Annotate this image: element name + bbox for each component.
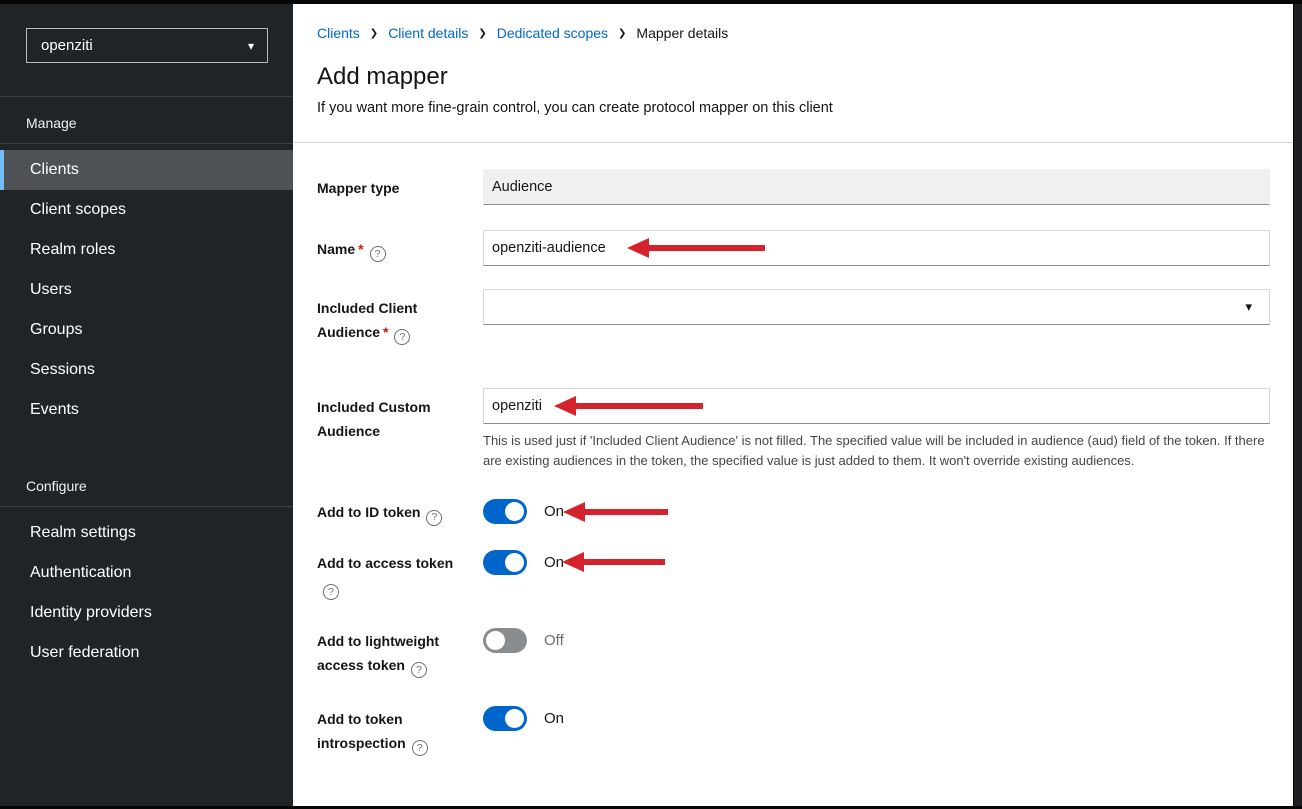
- sidebar-item-events[interactable]: Events: [0, 390, 293, 430]
- help-icon[interactable]: ?: [394, 329, 410, 345]
- annotation-arrow: [563, 502, 668, 522]
- sidebar-item-identity-providers[interactable]: Identity providers: [0, 593, 293, 633]
- included-custom-audience-input[interactable]: [483, 388, 1270, 424]
- included-custom-audience-field-col: This is used just if 'Included Client Au…: [483, 388, 1270, 471]
- toggle-state-label: On: [544, 503, 564, 520]
- chevron-down-icon: ▾: [1245, 299, 1252, 315]
- help-icon[interactable]: ?: [412, 740, 428, 756]
- add-to-id-token-toggle[interactable]: [483, 499, 527, 524]
- toggle-knob: [505, 553, 524, 572]
- add-to-access-token-toggle[interactable]: [483, 550, 527, 575]
- sidebar-item-client-scopes[interactable]: Client scopes: [0, 190, 293, 230]
- add-to-lightweight-access-token-label: Add to lightweight access token?: [317, 628, 467, 678]
- help-icon[interactable]: ?: [426, 510, 442, 526]
- mapper-type-field-wrap: [483, 169, 1270, 205]
- sidebar-section-configure: Configure: [0, 460, 293, 506]
- help-icon[interactable]: ?: [323, 584, 339, 600]
- sidebar-item-users[interactable]: Users: [0, 270, 293, 310]
- name-row: Name*?: [317, 230, 1270, 266]
- arrow-shaft: [584, 559, 665, 565]
- chevron-right-icon: ❯: [478, 28, 486, 39]
- sidebar-item-realm-roles[interactable]: Realm roles: [0, 230, 293, 270]
- toggle-state-label: On: [544, 710, 564, 727]
- included-custom-audience-row: Included Custom Audience This is used ju…: [317, 388, 1270, 471]
- included-client-audience-label: Included Client Audience*?: [317, 289, 467, 345]
- add-to-id-token-label: Add to ID token?: [317, 499, 467, 525]
- page-header: Clients ❯ Client details ❯ Dedicated sco…: [293, 4, 1293, 143]
- included-custom-audience-label: Included Custom Audience: [317, 388, 467, 443]
- chevron-right-icon: ❯: [618, 28, 626, 39]
- mapper-type-row: Mapper type: [317, 169, 1270, 205]
- toggle-state-label: On: [544, 554, 564, 571]
- realm-name: openziti: [41, 37, 93, 54]
- sidebar-section-manage: Manage: [0, 97, 293, 143]
- add-to-token-introspection-row: Add to token introspection? On: [317, 706, 1270, 756]
- required-asterisk: *: [383, 324, 388, 340]
- chevron-down-icon: ▾: [248, 39, 254, 53]
- add-to-id-token-row: Add to ID token? On: [317, 499, 1270, 525]
- add-to-access-token-label: Add to access token?: [317, 550, 467, 600]
- mapper-type-label: Mapper type: [317, 169, 467, 200]
- included-custom-audience-help-text: This is used just if 'Included Client Au…: [483, 431, 1270, 471]
- sidebar-item-sessions[interactable]: Sessions: [0, 350, 293, 390]
- name-input[interactable]: [483, 230, 1270, 266]
- configure-nav-list: Realm settings Authentication Identity p…: [0, 507, 293, 673]
- included-client-audience-select[interactable]: ▾: [483, 289, 1270, 325]
- mapper-type-input: [483, 169, 1270, 205]
- add-to-lightweight-access-token-field: Off: [483, 628, 1270, 653]
- page-title: Add mapper: [317, 63, 1269, 91]
- sidebar-item-clients[interactable]: Clients: [0, 150, 293, 190]
- name-label: Name*?: [317, 230, 467, 262]
- page-subtitle: If you want more fine-grain control, you…: [317, 100, 1269, 116]
- breadcrumb-mapper-details: Mapper details: [636, 25, 728, 41]
- help-icon[interactable]: ?: [370, 246, 386, 262]
- arrow-head-icon: [562, 552, 584, 572]
- toggle-state-label: Off: [544, 632, 564, 649]
- sidebar-item-groups[interactable]: Groups: [0, 310, 293, 350]
- add-to-id-token-field: On: [483, 499, 1270, 524]
- arrow-head-icon: [563, 502, 585, 522]
- included-client-audience-field-wrap: ▾: [483, 289, 1270, 325]
- window-top-edge: [0, 0, 1302, 4]
- add-to-access-token-row: Add to access token? On: [317, 550, 1270, 600]
- sidebar-item-user-federation[interactable]: User federation: [0, 633, 293, 673]
- required-asterisk: *: [358, 241, 363, 257]
- add-to-lightweight-access-token-row: Add to lightweight access token? Off: [317, 628, 1270, 678]
- breadcrumb-clients[interactable]: Clients: [317, 25, 360, 41]
- mapper-form: Mapper type Name*? Included Client Aud: [293, 143, 1293, 806]
- add-to-token-introspection-toggle[interactable]: [483, 706, 527, 731]
- toggle-knob: [486, 631, 505, 650]
- add-to-token-introspection-field: On: [483, 706, 1270, 731]
- chevron-right-icon: ❯: [370, 28, 378, 39]
- sidebar-item-authentication[interactable]: Authentication: [0, 553, 293, 593]
- window-scrollbar-strip[interactable]: [1293, 0, 1302, 809]
- included-client-audience-row: Included Client Audience*? ▾: [317, 289, 1270, 345]
- sidebar-item-realm-settings[interactable]: Realm settings: [0, 513, 293, 553]
- toggle-knob: [505, 502, 524, 521]
- add-to-lightweight-access-token-toggle[interactable]: [483, 628, 527, 653]
- arrow-shaft: [585, 509, 668, 515]
- name-field-wrap: [483, 230, 1270, 266]
- sidebar: openziti ▾ Manage Clients Client scopes …: [0, 4, 293, 806]
- help-icon[interactable]: ?: [411, 662, 427, 678]
- add-to-access-token-field: On: [483, 550, 1270, 575]
- breadcrumb: Clients ❯ Client details ❯ Dedicated sco…: [317, 25, 1269, 41]
- breadcrumb-dedicated-scopes[interactable]: Dedicated scopes: [497, 25, 608, 41]
- add-to-token-introspection-label: Add to token introspection?: [317, 706, 467, 756]
- annotation-arrow: [562, 552, 665, 572]
- breadcrumb-client-details[interactable]: Client details: [388, 25, 468, 41]
- realm-selector[interactable]: openziti ▾: [26, 28, 268, 63]
- main-content: Clients ❯ Client details ❯ Dedicated sco…: [293, 4, 1293, 806]
- manage-nav-list: Clients Client scopes Realm roles Users …: [0, 144, 293, 430]
- toggle-knob: [505, 709, 524, 728]
